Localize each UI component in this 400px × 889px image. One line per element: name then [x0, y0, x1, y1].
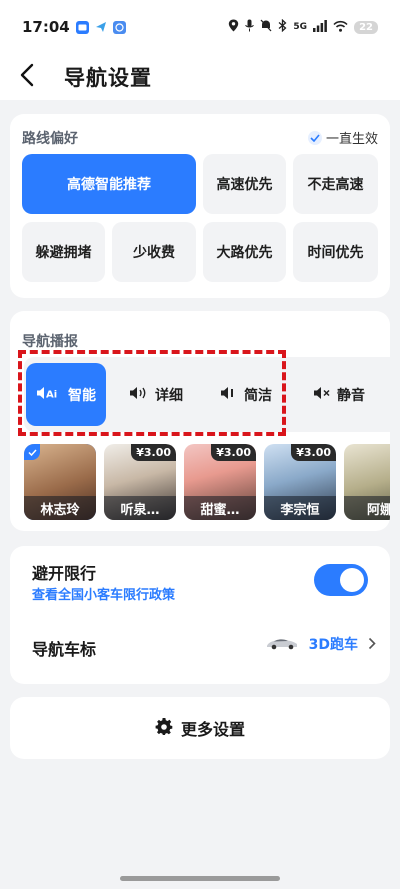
check-circle-icon: [307, 130, 322, 145]
route-section-title: 路线偏好: [22, 131, 78, 147]
price-tag: ¥3.00: [211, 444, 256, 461]
selected-check-icon: [24, 444, 40, 460]
broadcast-mode-label: 智能: [68, 387, 96, 404]
broadcast-mode-label: 简洁: [244, 387, 272, 404]
network-type: 5G: [293, 22, 308, 32]
signal-icon: [313, 19, 327, 35]
ai-speaker-icon: Ai: [36, 386, 62, 404]
route-option-avoid-highway[interactable]: 不走高速: [293, 154, 378, 214]
chevron-left-icon: [20, 63, 34, 91]
route-preference-card: 路线偏好 一直生效 高德智能推荐 高速优先 不走高速 躲避拥堵 少收费 大路优先…: [10, 114, 390, 298]
voice-package-item[interactable]: ¥3.00 李宗恒: [264, 444, 336, 520]
car-label-selector[interactable]: 3D跑车: [265, 634, 376, 654]
more-settings-label: 更多设置: [180, 720, 245, 739]
voice-name: 阿娜: [344, 496, 390, 520]
broadcast-mode-label: 详细: [155, 387, 183, 404]
chevron-right-icon: [368, 635, 376, 654]
mute-bell-icon: [260, 19, 272, 35]
compass-app-icon: [112, 20, 126, 34]
price-tag: ¥3.00: [291, 444, 336, 461]
page-header: 导航设置: [0, 54, 400, 100]
restriction-policy-link[interactable]: 查看全国小客车限行政策: [32, 584, 175, 603]
status-right: 5G 22: [228, 18, 378, 35]
message-app-icon: [75, 20, 89, 34]
broadcast-section-title: 导航播报: [22, 334, 78, 350]
wifi-icon: [333, 20, 348, 35]
voice-name: 甜蜜…: [184, 496, 256, 520]
route-option-main-road[interactable]: 大路优先: [203, 222, 286, 282]
send-icon: [95, 18, 107, 37]
more-settings-button[interactable]: 更多设置: [10, 697, 390, 759]
status-time: 17:04: [22, 18, 70, 36]
voice-package-item[interactable]: ¥3.00 甜蜜…: [184, 444, 256, 520]
voice-name: 李宗恒: [264, 496, 336, 520]
voice-package-list: 林志玲 ¥3.00 听泉… ¥3.00 甜蜜… ¥3.00 李宗恒 阿娜: [24, 444, 390, 520]
broadcast-mode-label: 静音: [337, 387, 365, 404]
route-option-smart[interactable]: 高德智能推荐: [22, 154, 196, 214]
broadcast-card: 导航播报 Ai 智能 详细 简洁 静音 林志玲 ¥3.00 听泉… ¥3.00 …: [10, 311, 390, 531]
car-label-value: 3D跑车: [308, 637, 358, 653]
avoid-restriction-title: 避开限行: [32, 564, 97, 583]
gear-icon: [155, 717, 173, 739]
sports-car-icon: [265, 635, 299, 654]
battery-level: 22: [354, 20, 378, 34]
speaker-low-icon: [220, 386, 238, 404]
back-button[interactable]: [20, 62, 50, 92]
route-option-avoid-congestion[interactable]: 躲避拥堵: [22, 222, 105, 282]
bluetooth-icon: [278, 18, 287, 35]
voice-package-item[interactable]: ¥3.00 听泉…: [104, 444, 176, 520]
route-option-highway-first[interactable]: 高速优先: [203, 154, 286, 214]
svg-text:Ai: Ai: [46, 389, 57, 400]
home-indicator[interactable]: [120, 876, 280, 881]
broadcast-mode-mute[interactable]: 静音: [296, 363, 382, 426]
settings-card: 避开限行 查看全国小客车限行政策 导航车标 3D跑车: [10, 546, 390, 684]
toggle-knob: [340, 568, 364, 592]
voice-name: 听泉…: [104, 496, 176, 520]
route-option-less-toll[interactable]: 少收费: [112, 222, 196, 282]
voice-name: 林志玲: [24, 496, 96, 520]
always-on-toggle[interactable]: 一直生效: [307, 128, 378, 147]
voice-package-item[interactable]: 阿娜: [344, 444, 390, 520]
route-option-fastest[interactable]: 时间优先: [293, 222, 378, 282]
broadcast-mode-smart[interactable]: Ai 智能: [26, 363, 106, 426]
broadcast-mode-detailed[interactable]: 详细: [116, 363, 196, 426]
avoid-restriction-toggle[interactable]: [314, 564, 368, 596]
broadcast-mode-row: Ai 智能 详细 简洁 静音: [24, 357, 390, 432]
speaker-mute-icon: [313, 386, 331, 404]
car-label-title: 导航车标: [32, 640, 97, 659]
voice-package-item[interactable]: 林志玲: [24, 444, 96, 520]
always-on-label: 一直生效: [325, 132, 378, 147]
broadcast-mode-concise[interactable]: 简洁: [206, 363, 286, 426]
status-bar: 17:04 5G 22: [0, 0, 400, 54]
page-title: 导航设置: [64, 66, 152, 90]
microphone-icon: [245, 19, 255, 35]
location-icon: [228, 19, 239, 35]
status-left: 17:04: [22, 18, 126, 37]
speaker-loud-icon: [129, 386, 149, 404]
price-tag: ¥3.00: [131, 444, 176, 461]
